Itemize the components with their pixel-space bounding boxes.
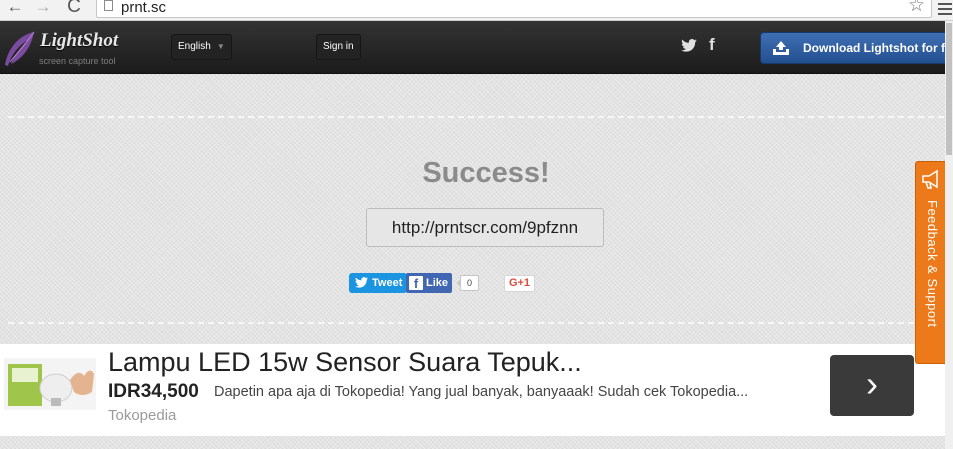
success-heading: Success!: [422, 157, 550, 189]
download-label: Download Lightshot for free: [803, 41, 953, 55]
like-label: Like: [426, 277, 449, 289]
facebook-icon: f: [409, 276, 423, 291]
back-icon[interactable]: ←: [6, 0, 24, 18]
download-button[interactable]: Download Lightshot for free: [760, 32, 953, 64]
scrollbar[interactable]: [945, 21, 953, 449]
logo-subtitle: screen capture tool: [39, 56, 116, 66]
google-plus-button[interactable]: G+1: [504, 275, 535, 292]
bookmark-star-icon[interactable]: ☆: [908, 0, 925, 16]
logo-title[interactable]: LightShot: [40, 30, 118, 52]
ad-banner[interactable]: Lampu LED 15w Sensor Suara Tepuk... IDR3…: [0, 344, 945, 436]
url-text: prnt.sc: [121, 0, 167, 16]
forward-icon[interactable]: →: [34, 0, 52, 18]
tweet-button[interactable]: Tweet: [349, 273, 407, 293]
twitter-bird-icon: [355, 277, 368, 288]
sign-in-button[interactable]: Sign in: [316, 34, 361, 60]
twitter-icon[interactable]: [681, 39, 697, 52]
facebook-like-button[interactable]: f Like: [406, 273, 452, 293]
ad-description: Dapetin apa aja di Tokopedia! Yang jual …: [214, 384, 749, 400]
divider: [8, 116, 944, 118]
tweet-label: Tweet: [372, 277, 403, 289]
page-icon: [104, 0, 113, 11]
ad-title[interactable]: Lampu LED 15w Sensor Suara Tepuk...: [108, 347, 582, 378]
ad-next-button[interactable]: ›: [830, 355, 914, 416]
browser-toolbar: ← → C prnt.sc ☆: [0, 0, 953, 21]
site-header: LightShot screen capture tool English ▼ S…: [0, 21, 953, 74]
divider: [8, 322, 944, 324]
ad-source[interactable]: Tokopedia: [108, 407, 176, 424]
facebook-icon[interactable]: f: [709, 35, 715, 55]
feedback-tab[interactable]: Feedback & Support: [915, 161, 947, 364]
share-link-field[interactable]: http://prntscr.com/9pfznn: [366, 208, 604, 247]
download-icon: [773, 41, 789, 55]
ad-price: IDR34,500: [108, 381, 199, 402]
chevron-down-icon: ▼: [216, 42, 225, 51]
reload-icon[interactable]: C: [65, 0, 83, 18]
language-label: English: [178, 41, 211, 52]
megaphone-icon: [922, 169, 938, 189]
browser-menu-icon[interactable]: [938, 0, 952, 16]
main-content: Success! http://prntscr.com/9pfznn Tweet…: [0, 74, 953, 449]
like-count: 0: [457, 275, 479, 291]
scrollbar-thumb[interactable]: [946, 23, 952, 155]
feedback-label: Feedback & Support: [925, 200, 940, 328]
address-bar[interactable]: prnt.sc ☆: [96, 0, 932, 18]
language-dropdown[interactable]: English ▼: [171, 34, 232, 60]
product-image: [4, 358, 96, 410]
feather-logo-icon: [5, 31, 35, 66]
